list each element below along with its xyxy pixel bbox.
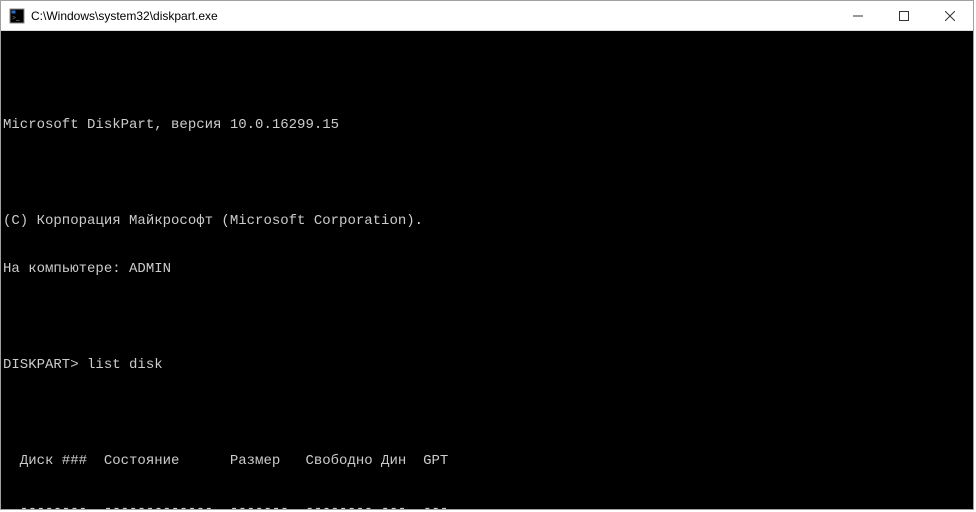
table-header: Диск ### Состояние Размер Свободно Дин G… — [3, 453, 971, 469]
banner-line: Microsoft DiskPart, версия 10.0.16299.15 — [3, 117, 971, 133]
app-window: >_ C:\Windows\system32\diskpart.exe Micr… — [0, 0, 974, 510]
copyright-line: (C) Корпорация Майкрософт (Microsoft Cor… — [3, 213, 971, 229]
computer-line: На компьютере: ADMIN — [3, 261, 971, 277]
close-button[interactable] — [927, 1, 973, 30]
table-divider: -------- ------------- ------- -------- … — [3, 501, 971, 509]
blank-line — [3, 69, 971, 85]
minimize-button[interactable] — [835, 1, 881, 30]
window-title: C:\Windows\system32\diskpart.exe — [31, 9, 218, 23]
blank-line — [3, 165, 971, 181]
window-controls — [835, 1, 973, 30]
blank-line — [3, 309, 971, 325]
blank-line — [3, 405, 971, 421]
console-output[interactable]: Microsoft DiskPart, версия 10.0.16299.15… — [1, 31, 973, 509]
console-host-icon: >_ — [9, 8, 25, 24]
titlebar[interactable]: >_ C:\Windows\system32\diskpart.exe — [1, 1, 973, 31]
prompt-line-1: DISKPART> list disk — [3, 357, 971, 373]
prompt-command: list disk — [87, 357, 163, 373]
svg-text:>_: >_ — [12, 14, 20, 22]
prompt-label: DISKPART> — [3, 357, 87, 373]
maximize-button[interactable] — [881, 1, 927, 30]
